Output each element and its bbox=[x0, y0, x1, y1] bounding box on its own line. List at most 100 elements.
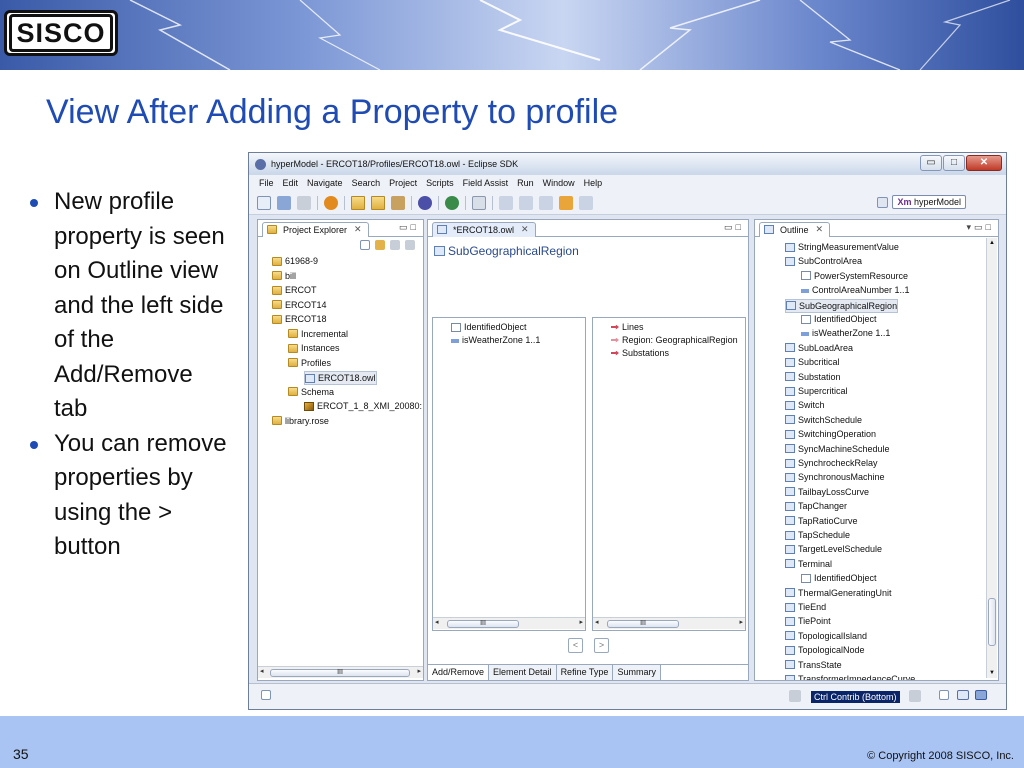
restore-icon[interactable] bbox=[939, 690, 949, 700]
menu-navigate[interactable]: Navigate bbox=[307, 178, 343, 188]
scroll-down-icon[interactable]: ▼ bbox=[989, 670, 995, 676]
available-properties-list[interactable]: Lines Region: GeographicalRegion Substat… bbox=[592, 317, 746, 631]
tree-item[interactable]: 61968-9 bbox=[272, 255, 318, 267]
tree-item[interactable]: Schema bbox=[288, 386, 334, 398]
close-button[interactable]: ✕ bbox=[966, 155, 1002, 171]
link-editor-icon[interactable] bbox=[375, 240, 385, 250]
move-left-button[interactable]: < bbox=[568, 638, 583, 653]
list-item[interactable]: Region: GeographicalRegion bbox=[611, 334, 738, 346]
tree-item[interactable]: ERCOT_1_8_XMI_20080: bbox=[304, 400, 422, 412]
scroll-up-icon[interactable]: ▲ bbox=[989, 240, 995, 246]
outline-item[interactable]: SubGeographicalRegion bbox=[785, 298, 899, 313]
minimize-button[interactable]: ▭ bbox=[920, 155, 942, 171]
outline-item[interactable]: SwitchSchedule bbox=[785, 414, 862, 426]
outline-item[interactable]: Switch bbox=[785, 399, 825, 411]
outline-item[interactable]: TieEnd bbox=[785, 601, 826, 613]
tree-item[interactable]: ERCOT14 bbox=[272, 299, 327, 311]
list-item[interactable]: isWeatherZone 1..1 bbox=[451, 334, 540, 346]
prev-annotation-icon[interactable] bbox=[519, 195, 533, 210]
outline-item[interactable]: Subcritical bbox=[785, 356, 840, 368]
outline-item[interactable]: Terminal bbox=[785, 558, 832, 570]
tab-element-detail[interactable]: Element Detail bbox=[489, 665, 557, 680]
open-perspective-icon[interactable] bbox=[877, 196, 889, 208]
outline-item[interactable]: SynchronousMachine bbox=[785, 471, 885, 483]
scroll-left-icon[interactable]: ◂ bbox=[260, 667, 264, 675]
list-item[interactable]: Substations bbox=[611, 347, 669, 359]
outline-vscrollbar[interactable]: ▲ ▼ bbox=[986, 238, 997, 678]
menu-run[interactable]: Run bbox=[517, 178, 534, 188]
scroll-thumb[interactable]: III bbox=[447, 620, 519, 628]
tree-item[interactable]: ERCOT bbox=[272, 284, 317, 296]
perspective-button[interactable]: Xm hyperModel bbox=[892, 195, 966, 209]
view-controls[interactable]: ▭□ bbox=[399, 222, 419, 233]
new-icon[interactable] bbox=[257, 195, 271, 210]
menu-search[interactable]: Search bbox=[352, 178, 381, 188]
outline-item[interactable]: IdentifiedObject bbox=[801, 313, 877, 325]
close-tab-icon[interactable]: ✕ bbox=[521, 224, 529, 235]
tree-item[interactable]: bill bbox=[272, 270, 296, 282]
last-edit-icon[interactable] bbox=[539, 195, 553, 210]
close-tab-icon[interactable]: ✕ bbox=[354, 224, 362, 235]
list-item[interactable]: Lines bbox=[611, 321, 644, 333]
scroll-right-icon[interactable]: ▸ bbox=[417, 667, 421, 675]
outline-item[interactable]: SwitchingOperation bbox=[785, 428, 876, 440]
tab-ercot18-owl[interactable]: *ERCOT18.owl ✕ bbox=[432, 221, 536, 237]
open-project-icon[interactable] bbox=[371, 195, 385, 210]
window-icon[interactable] bbox=[957, 690, 969, 700]
maximize-button[interactable]: □ bbox=[943, 155, 965, 171]
view-controls[interactable]: ▭□ bbox=[724, 222, 744, 233]
tab-add-remove[interactable]: Add/Remove bbox=[428, 665, 490, 680]
menu-project[interactable]: Project bbox=[389, 178, 417, 188]
outline-item[interactable]: TargetLevelSchedule bbox=[785, 543, 882, 555]
tab-outline[interactable]: Outline ✕ bbox=[759, 221, 831, 237]
document-icon[interactable] bbox=[472, 195, 486, 210]
outline-item[interactable]: TiePoint bbox=[785, 615, 831, 627]
tree-item[interactable]: library.rose bbox=[272, 415, 329, 427]
outline-item[interactable]: TailbayLossCurve bbox=[785, 486, 869, 498]
left-list-hscrollbar[interactable]: ◂ III ▸ bbox=[433, 617, 585, 629]
outline-item[interactable]: SubLoadArea bbox=[785, 342, 853, 354]
explorer-hscrollbar[interactable]: ◂ III ▸ bbox=[258, 666, 423, 678]
contrib-icon[interactable] bbox=[789, 690, 801, 702]
scroll-right-icon[interactable]: ▸ bbox=[739, 618, 743, 626]
list-item[interactable]: IdentifiedObject bbox=[451, 321, 527, 333]
debug-icon[interactable] bbox=[324, 195, 338, 210]
outline-item[interactable]: TransformerImpedanceCurve bbox=[785, 673, 915, 680]
outline-item[interactable]: TopologicalNode bbox=[785, 644, 865, 656]
forward-arrow-icon[interactable] bbox=[579, 195, 593, 210]
right-list-hscrollbar[interactable]: ◂ III ▸ bbox=[593, 617, 745, 629]
menu-help[interactable]: Help bbox=[584, 178, 603, 188]
tree-item[interactable]: ERCOT18 bbox=[272, 313, 327, 325]
back-arrow-icon[interactable] bbox=[559, 195, 573, 210]
orb-icon[interactable] bbox=[418, 195, 432, 210]
scroll-thumb[interactable]: III bbox=[607, 620, 679, 628]
outline-item[interactable]: TransState bbox=[785, 659, 842, 671]
tab-project-explorer[interactable]: Project Explorer ✕ bbox=[262, 221, 369, 237]
tree-item[interactable]: ERCOT18.owl bbox=[304, 371, 377, 385]
menu-file[interactable]: File bbox=[259, 178, 274, 188]
tab-refine-type[interactable]: Refine Type bbox=[556, 665, 614, 680]
outline-item[interactable]: TopologicalIsland bbox=[785, 630, 867, 642]
view-menu-icon[interactable] bbox=[405, 240, 415, 250]
scroll-left-icon[interactable]: ◂ bbox=[435, 618, 439, 626]
scroll-left-icon[interactable]: ◂ bbox=[595, 618, 599, 626]
outline-item[interactable]: StringMeasurementValue bbox=[785, 241, 899, 253]
move-right-button[interactable]: > bbox=[594, 638, 609, 653]
outline-item[interactable]: SubControlArea bbox=[785, 255, 862, 267]
outline-item[interactable]: TapChanger bbox=[785, 500, 847, 512]
tab-summary[interactable]: Summary bbox=[613, 665, 661, 680]
menu-window[interactable]: Window bbox=[543, 178, 575, 188]
menu-edit[interactable]: Edit bbox=[283, 178, 299, 188]
selected-properties-list[interactable]: IdentifiedObject isWeatherZone 1..1 ◂ II… bbox=[432, 317, 586, 631]
scroll-right-icon[interactable]: ▸ bbox=[579, 618, 583, 626]
outline-item[interactable]: TapRatioCurve bbox=[785, 515, 858, 527]
fast-view-icon[interactable] bbox=[261, 690, 271, 700]
tree-item[interactable]: Profiles bbox=[288, 357, 331, 369]
scroll-thumb[interactable]: III bbox=[270, 669, 410, 677]
view-controls[interactable]: ▾▭□ bbox=[967, 222, 994, 233]
open-folder-icon[interactable] bbox=[351, 195, 365, 210]
outline-item[interactable]: Substation bbox=[785, 371, 841, 383]
save-icon[interactable] bbox=[277, 195, 291, 210]
collapse-all-icon[interactable] bbox=[360, 240, 370, 250]
wand-icon[interactable] bbox=[391, 195, 405, 210]
